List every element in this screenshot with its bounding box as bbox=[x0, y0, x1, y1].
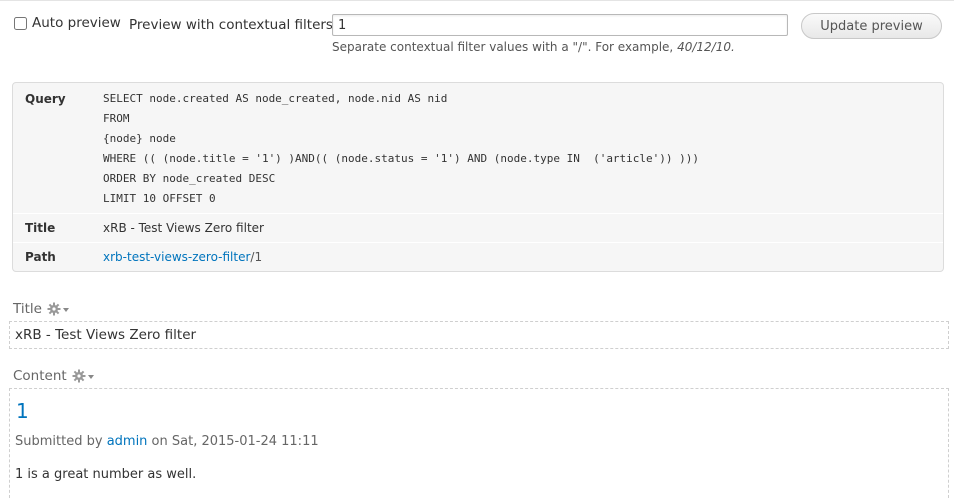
path-argument: 1 bbox=[254, 250, 263, 264]
gear-icon[interactable] bbox=[47, 302, 71, 316]
title-row: Title xRB - Test Views Zero filter bbox=[13, 213, 943, 242]
sql-line: FROM bbox=[103, 112, 130, 125]
title-value: xRB - Test Views Zero filter bbox=[103, 221, 264, 235]
contextual-filters-description: Separate contextual filter values with a… bbox=[332, 40, 735, 54]
path-link[interactable]: xrb-test-views-zero-filter bbox=[103, 250, 250, 264]
description-text: Separate contextual filter values with a… bbox=[332, 40, 678, 54]
auto-preview-option[interactable]: Auto preview bbox=[14, 15, 121, 31]
content-heading-text: Content bbox=[13, 368, 67, 384]
title-label: Title bbox=[25, 221, 56, 235]
sql-line: {node} node bbox=[103, 132, 176, 145]
sql-line: WHERE (( (node.title = '1') )AND(( (node… bbox=[103, 152, 700, 165]
auto-preview-label[interactable]: Auto preview bbox=[32, 15, 121, 31]
submitted-prefix: Submitted by bbox=[15, 434, 107, 449]
content-preview-box: 1 Submitted by admin on Sat, 2015-01-24 … bbox=[9, 388, 949, 498]
contextual-filters-label: Preview with contextual filters: bbox=[129, 17, 338, 33]
query-row: Query SELECT node.created AS node_create… bbox=[13, 83, 943, 213]
title-preview-box: xRB - Test Views Zero filter bbox=[9, 321, 949, 349]
node-body: 1 is a great number as well. bbox=[15, 467, 197, 482]
auto-preview-checkbox[interactable] bbox=[14, 16, 27, 30]
node-title-link[interactable]: 1 bbox=[16, 399, 29, 423]
submitted-info: Submitted by admin on Sat, 2015-01-24 11… bbox=[15, 434, 319, 449]
sql-line: SELECT node.created AS node_created, nod… bbox=[103, 92, 448, 105]
path-value: xrb-test-views-zero-filter/1 bbox=[103, 250, 262, 264]
submitted-date: on Sat, 2015-01-24 11:11 bbox=[147, 434, 319, 449]
title-section-heading: Title bbox=[13, 301, 71, 317]
title-heading-text: Title bbox=[13, 301, 42, 317]
contextual-filters-input[interactable] bbox=[332, 14, 788, 36]
sql-query: SELECT node.created AS node_created, nod… bbox=[103, 92, 699, 212]
path-row: Path xrb-test-views-zero-filter/1 bbox=[13, 242, 943, 271]
sql-line: LIMIT 10 OFFSET 0 bbox=[103, 192, 216, 205]
preview-controls: Auto preview Preview with contextual fil… bbox=[14, 12, 944, 62]
view-title: xRB - Test Views Zero filter bbox=[15, 327, 197, 343]
author-link[interactable]: admin bbox=[107, 434, 148, 449]
sql-line: ORDER BY node_created DESC bbox=[103, 172, 276, 185]
description-example: 40/12/10. bbox=[677, 40, 735, 54]
content-section-heading: Content bbox=[13, 368, 96, 384]
path-label: Path bbox=[25, 250, 56, 264]
gear-icon[interactable] bbox=[72, 369, 96, 383]
update-preview-button[interactable]: Update preview bbox=[801, 13, 942, 39]
query-info-table: Query SELECT node.created AS node_create… bbox=[12, 82, 944, 272]
top-border bbox=[0, 0, 954, 1]
query-label: Query bbox=[25, 92, 66, 106]
